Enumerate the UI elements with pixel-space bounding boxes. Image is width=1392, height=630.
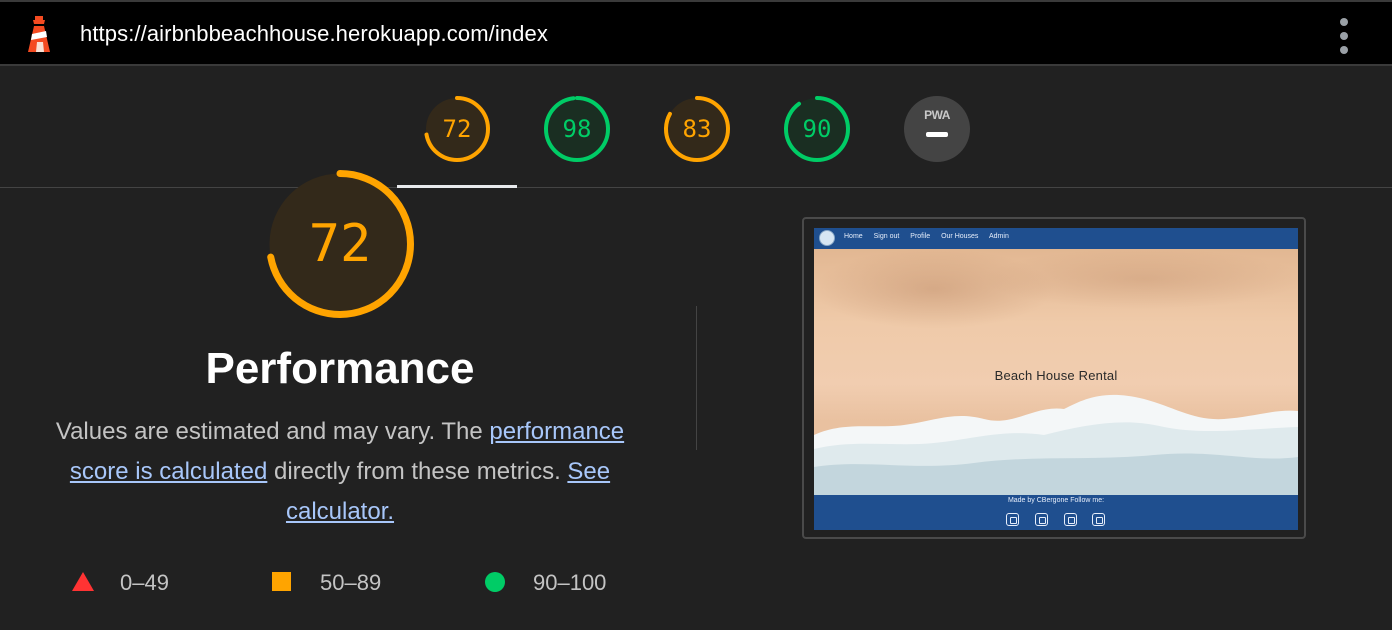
- screenshot-image: Home Sign out Profile Our Houses Admin B…: [814, 228, 1298, 530]
- pwa-dash-icon: [926, 132, 948, 137]
- category-gauges: 72 98 83 90 PWA: [0, 66, 1392, 188]
- divider: [696, 306, 697, 450]
- nav-link: Admin: [989, 233, 1009, 240]
- nav-link: Home: [844, 233, 863, 240]
- lighthouse-icon: [24, 14, 54, 54]
- performance-title: Performance: [205, 344, 475, 393]
- screenshot-footer: Made by CBergone Follow me:: [814, 495, 1298, 530]
- screenshot-nav-links: Home Sign out Profile Our Houses Admin: [844, 233, 1018, 240]
- github-icon: [1092, 513, 1105, 526]
- legend-range: 50–89: [320, 570, 382, 595]
- hero-title: Beach House Rental: [994, 368, 1118, 383]
- gauge-pwa[interactable]: PWA: [904, 96, 970, 162]
- triangle-icon: [72, 572, 94, 591]
- circle-icon: [485, 572, 505, 592]
- linkedin-icon: [1035, 513, 1048, 526]
- site-logo-icon: [819, 230, 835, 246]
- description-text: Values are estimated and may vary. The: [55, 418, 490, 445]
- report-header: https://airbnbbeachhouse.herokuapp.com/i…: [0, 0, 1392, 66]
- gauge-performance[interactable]: 72: [424, 96, 490, 162]
- performance-gauge: 72: [266, 170, 414, 318]
- gauge-seo[interactable]: 90: [784, 96, 850, 162]
- description-text: directly from these metrics.: [267, 458, 568, 485]
- gauge-best-practices[interactable]: 83: [664, 96, 730, 162]
- gauge-score: 98: [562, 115, 592, 143]
- gauge-score: 72: [442, 115, 472, 143]
- final-screenshot[interactable]: Home Sign out Profile Our Houses Admin B…: [802, 217, 1306, 539]
- nav-link: Profile: [910, 233, 931, 240]
- legend-range: 90–100: [533, 570, 607, 595]
- page-url: https://airbnbbeachhouse.herokuapp.com/i…: [80, 21, 548, 46]
- screenshot-hero: Beach House Rental: [814, 249, 1298, 495]
- nav-link: Sign out: [873, 233, 900, 240]
- gauge-score: 90: [802, 115, 832, 143]
- pwa-label: PWA: [924, 108, 950, 122]
- instagram-icon: [1064, 513, 1077, 526]
- gauge-score: 83: [682, 115, 712, 143]
- legend-range: 0–49: [120, 570, 169, 595]
- active-tab-indicator: [397, 185, 517, 188]
- square-icon: [272, 572, 291, 591]
- kebab-menu-icon[interactable]: [1334, 18, 1354, 54]
- performance-score: 72: [308, 214, 372, 274]
- screenshot-navbar: Home Sign out Profile Our Houses Admin: [814, 228, 1298, 249]
- facebook-icon: [1006, 513, 1019, 526]
- gauge-accessibility[interactable]: 98: [544, 96, 610, 162]
- nav-link: Our Houses: [941, 233, 979, 240]
- footer-text: Made by CBergone Follow me:: [1007, 497, 1105, 504]
- performance-description: Values are estimated and may vary. The p…: [40, 412, 640, 532]
